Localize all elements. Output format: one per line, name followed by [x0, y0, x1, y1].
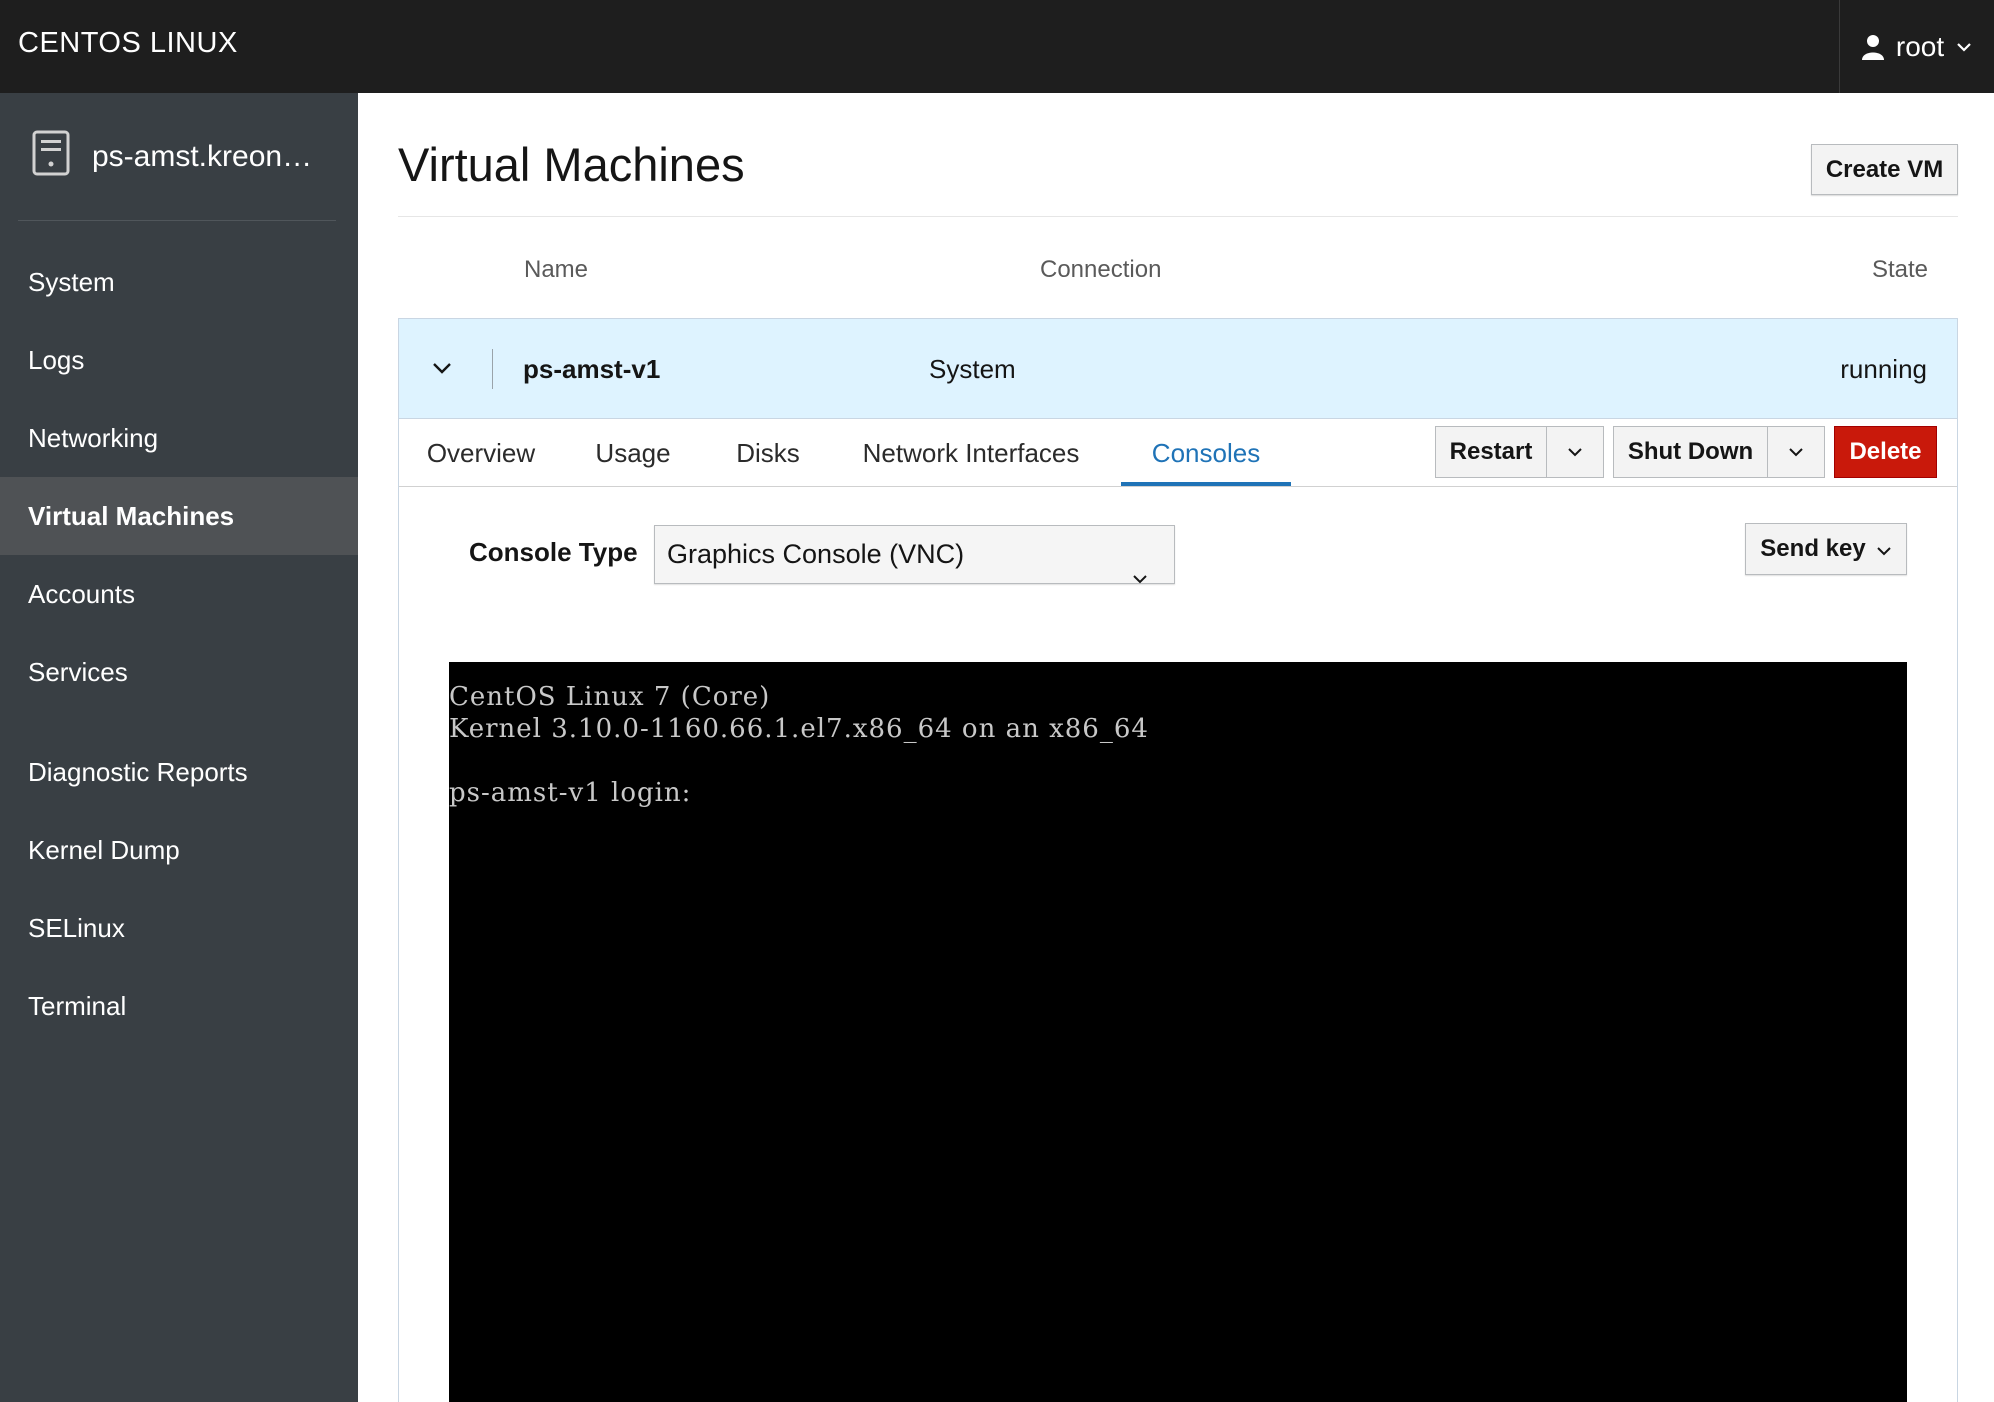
vm-state: running [1840, 354, 1927, 384]
console-type-label: Console Type [469, 537, 638, 567]
tab-active-indicator [1121, 482, 1291, 486]
column-header-name[interactable]: Name [524, 256, 588, 284]
top-bar: CENTOS LINUX root [0, 0, 1994, 93]
chevron-down-icon [1567, 445, 1583, 460]
sidebar-item-services[interactable]: Services [0, 633, 358, 711]
restart-button[interactable]: Restart [1435, 426, 1547, 478]
shut-down-button[interactable]: Shut Down [1613, 426, 1768, 478]
sidebar-item-system[interactable]: System [0, 243, 358, 321]
brand-logo-text: CENTOS LINUX [18, 27, 238, 59]
sidebar-item-logs[interactable]: Logs [0, 321, 358, 399]
tab-usage[interactable]: Usage [581, 419, 685, 487]
chevron-down-icon [1132, 547, 1148, 604]
sidebar-item-diagnostic-reports[interactable]: Diagnostic Reports [0, 733, 358, 811]
title-divider [398, 216, 1958, 217]
sidebar-item-kernel-dump[interactable]: Kernel Dump [0, 811, 358, 889]
shut-down-options-button[interactable] [1767, 426, 1825, 478]
server-icon [32, 130, 70, 184]
create-vm-button[interactable]: Create VM [1811, 144, 1958, 195]
user-menu[interactable]: root [1839, 0, 1994, 93]
sidebar: ps-amst.kreone... System Logs Networking… [0, 93, 358, 1402]
sidebar-item-terminal[interactable]: Terminal [0, 967, 358, 1045]
column-header-state[interactable]: State [1872, 256, 1928, 284]
chevron-down-icon[interactable] [427, 353, 457, 383]
console-type-value: Graphics Console (VNC) [667, 539, 965, 569]
console-type-select[interactable]: Graphics Console (VNC) [654, 525, 1175, 584]
host-name: ps-amst.kreone... [92, 140, 322, 173]
send-key-label: Send key [1760, 535, 1866, 562]
user-name: root [1895, 30, 1945, 62]
console-line: Kernel 3.10.0-1160.66.1.el7.x86_64 on an… [449, 714, 1149, 744]
sidebar-item-selinux[interactable]: SELinux [0, 889, 358, 967]
tab-disks[interactable]: Disks [725, 419, 811, 487]
chevron-down-icon [1956, 42, 1972, 52]
vm-tabs: Overview Usage Disks Network Interfaces … [399, 419, 1957, 487]
tab-consoles[interactable]: Consoles [1121, 419, 1291, 487]
chevron-down-icon [1876, 535, 1892, 563]
console-login-prompt: ps-amst-v1 login: [449, 778, 692, 808]
vnc-console-screen[interactable]: CentOS Linux 7 (Core) Kernel 3.10.0-1160… [449, 662, 1907, 1402]
tab-network-interfaces[interactable]: Network Interfaces [851, 419, 1091, 487]
restart-options-button[interactable] [1546, 426, 1604, 478]
page-title: Virtual Machines [398, 138, 745, 191]
sidebar-nav: System Logs Networking Virtual Machines … [0, 243, 358, 1045]
sidebar-item-virtual-machines[interactable]: Virtual Machines [0, 477, 358, 555]
vm-connection: System [929, 354, 1016, 384]
send-key-button[interactable]: Send key [1745, 523, 1907, 575]
row-divider [492, 349, 493, 389]
vm-row[interactable]: ps-amst-v1 System running [399, 319, 1957, 419]
column-header-connection[interactable]: Connection [1040, 256, 1161, 284]
delete-button[interactable]: Delete [1834, 426, 1937, 478]
tab-overview[interactable]: Overview [421, 419, 541, 487]
chevron-down-icon [1788, 445, 1804, 460]
sidebar-item-networking[interactable]: Networking [0, 399, 358, 477]
user-icon [1861, 34, 1884, 60]
console-line: CentOS Linux 7 (Core) [449, 682, 771, 712]
sidebar-divider [18, 220, 336, 221]
vm-card: ps-amst-v1 System running Overview Usage… [398, 318, 1958, 1402]
main-content: Virtual Machines Create VM Name Connecti… [358, 93, 1994, 1402]
host-switcher[interactable]: ps-amst.kreone... [0, 93, 358, 221]
sidebar-item-accounts[interactable]: Accounts [0, 555, 358, 633]
vm-name[interactable]: ps-amst-v1 [523, 319, 660, 419]
